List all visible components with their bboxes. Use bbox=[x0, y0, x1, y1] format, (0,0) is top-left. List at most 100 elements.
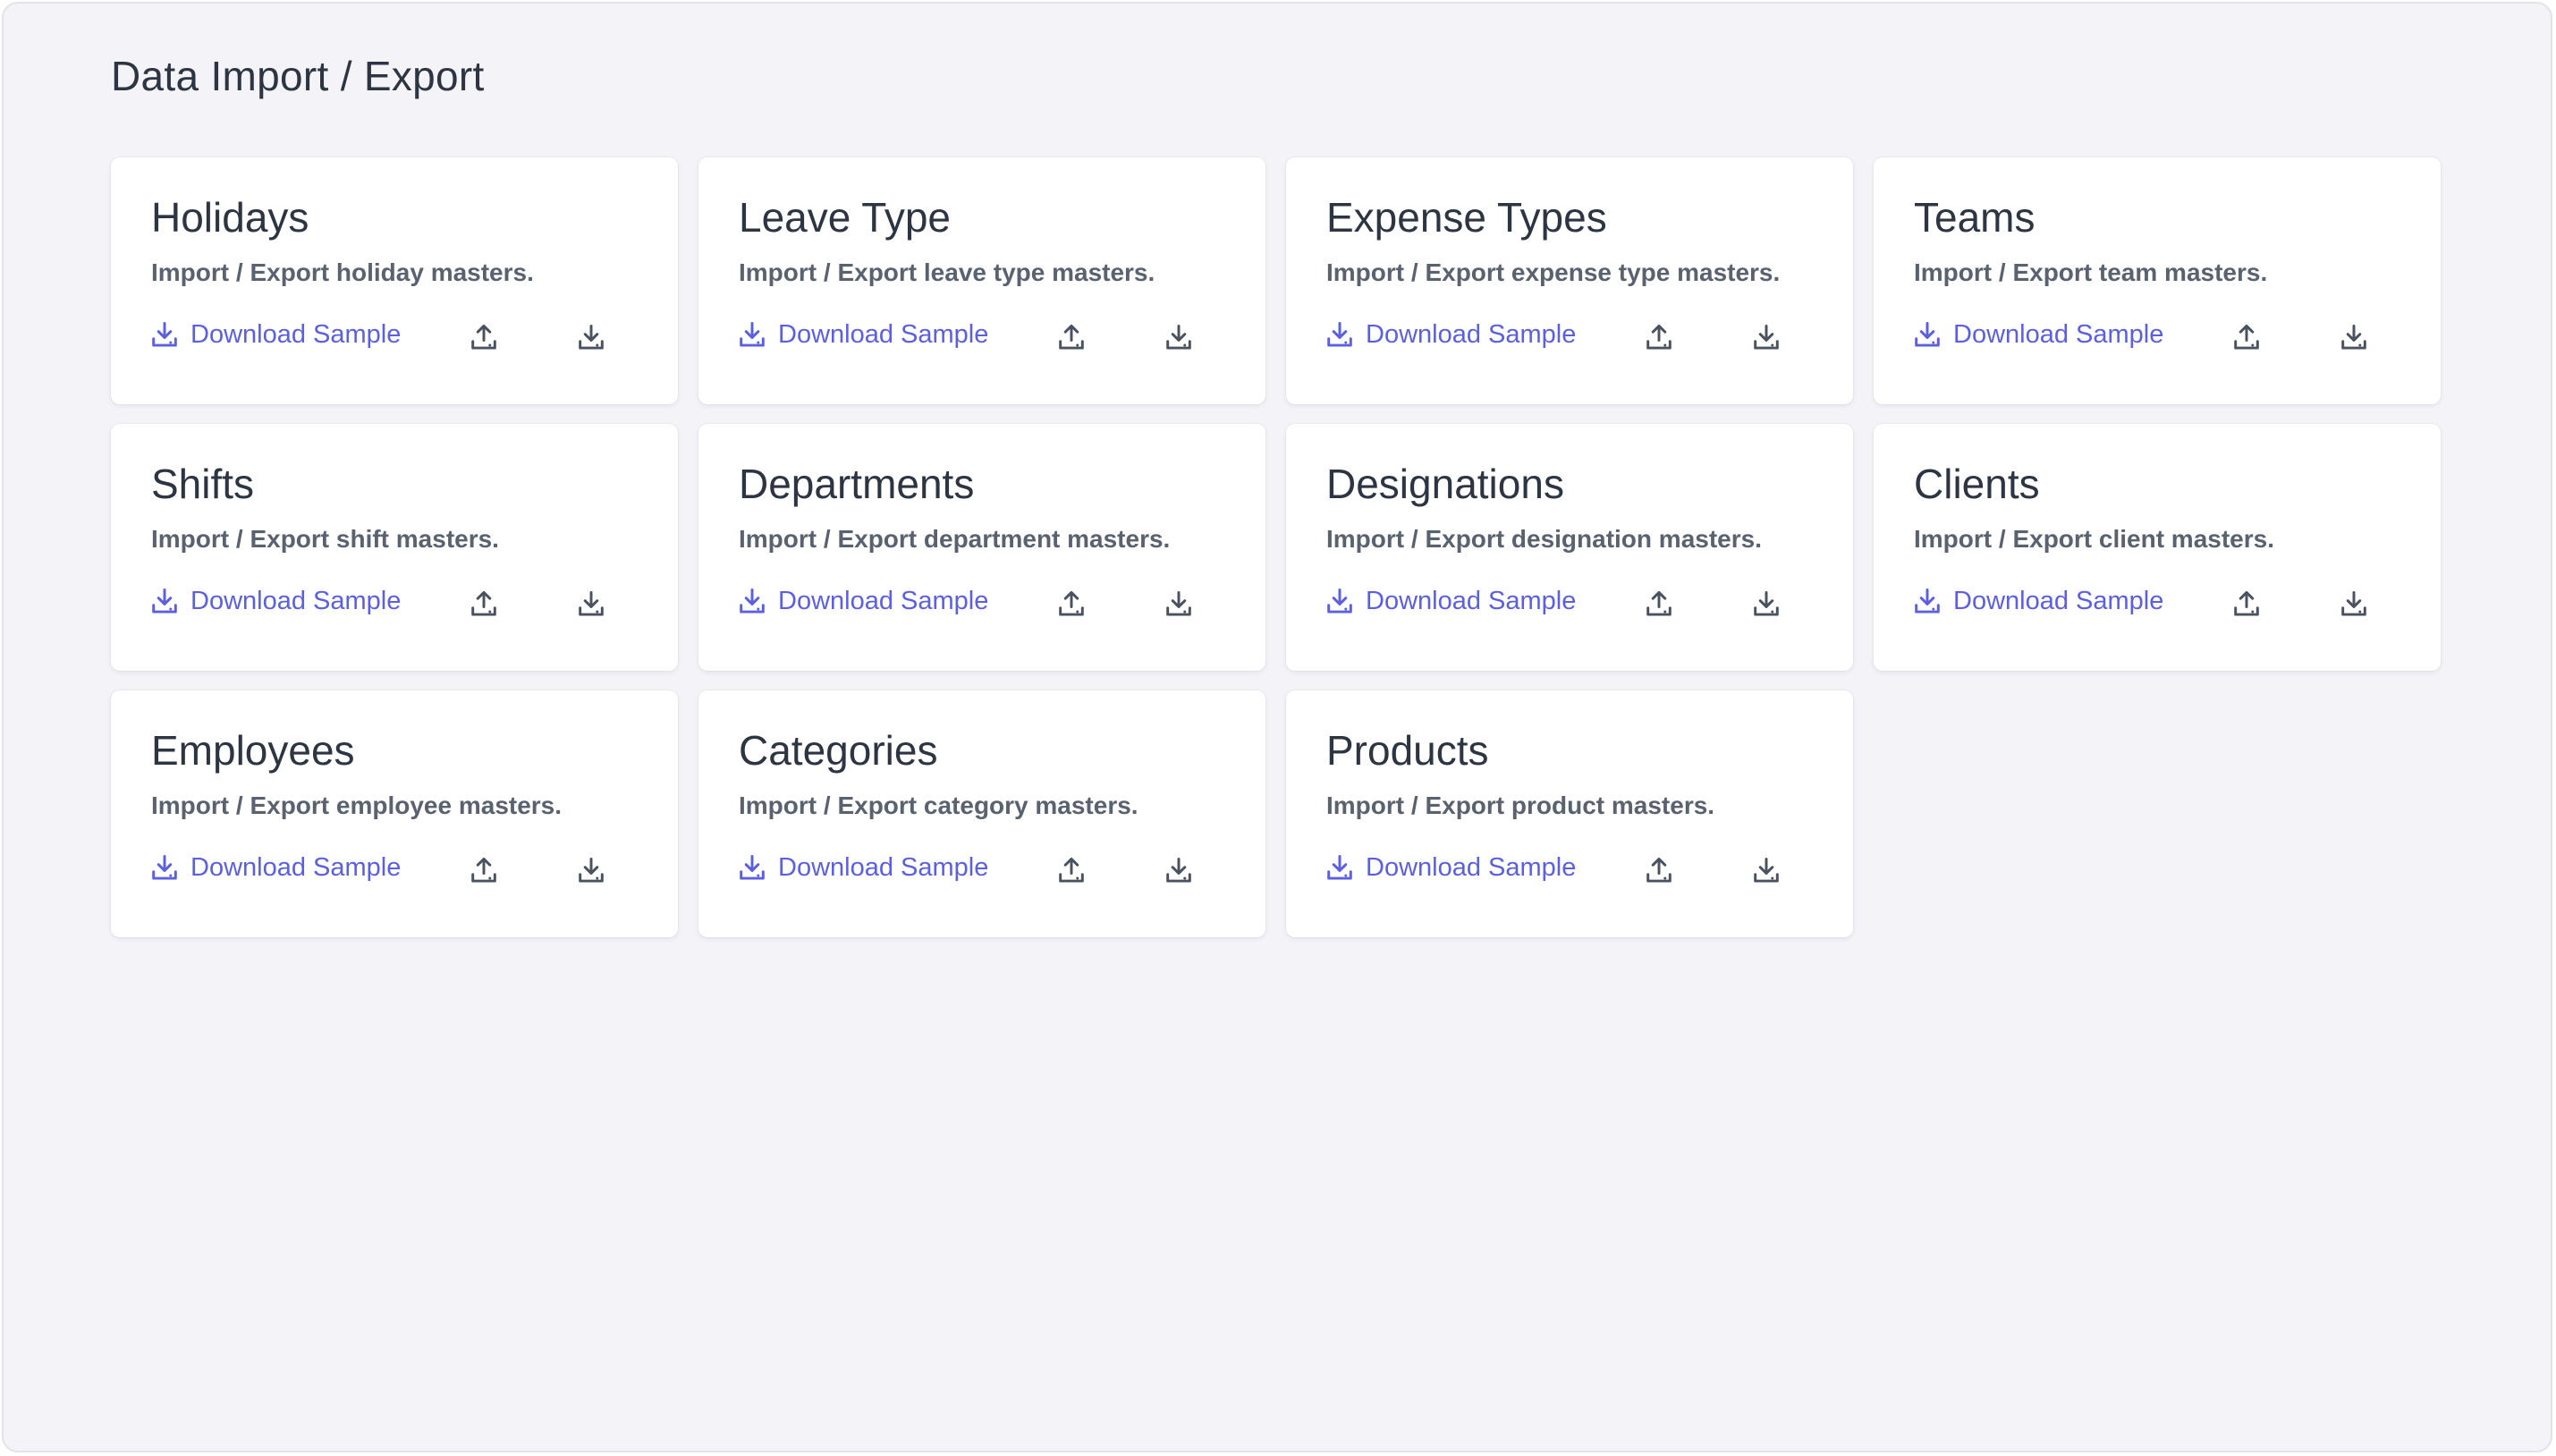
download-sample-link[interactable]: Download Sample bbox=[739, 587, 988, 616]
import-export-card: Expense Types Import / Export expense ty… bbox=[1286, 157, 1853, 404]
card-actions: Download Sample bbox=[151, 853, 652, 889]
download-tray-icon bbox=[1915, 321, 1940, 347]
download-sample-label: Download Sample bbox=[1366, 587, 1577, 615]
card-description: Import / Export employee masters. bbox=[151, 791, 563, 819]
card-title: Teams bbox=[1914, 194, 2035, 241]
export-button[interactable] bbox=[1748, 587, 1784, 622]
download-sample-label: Download Sample bbox=[1953, 320, 2164, 349]
export-button[interactable] bbox=[1748, 853, 1784, 889]
download-tray-icon bbox=[1327, 588, 1352, 614]
download-tray-icon bbox=[1327, 854, 1352, 880]
export-button[interactable] bbox=[573, 320, 609, 356]
download-sample-link[interactable]: Download Sample bbox=[1914, 320, 2163, 350]
download-sample-link[interactable]: Download Sample bbox=[1914, 587, 2163, 616]
download-tray-icon bbox=[579, 857, 604, 883]
upload-tray-icon bbox=[2234, 324, 2259, 350]
card-title: Employees bbox=[151, 727, 355, 774]
import-button[interactable] bbox=[1641, 587, 1677, 622]
export-button[interactable] bbox=[2336, 587, 2372, 622]
download-tray-icon bbox=[1327, 321, 1352, 347]
export-button[interactable] bbox=[2336, 320, 2372, 356]
import-button[interactable] bbox=[2229, 320, 2264, 356]
card-actions: Download Sample bbox=[1914, 320, 2415, 356]
card-description: Import / Export expense type masters. bbox=[1326, 258, 1781, 286]
import-button[interactable] bbox=[1641, 853, 1677, 889]
card-title: Departments bbox=[739, 461, 975, 507]
card-actions: Download Sample bbox=[1326, 587, 1827, 622]
card-title: Clients bbox=[1914, 461, 2040, 507]
card-title: Categories bbox=[739, 727, 938, 774]
card-description: Import / Export shift masters. bbox=[151, 525, 499, 553]
import-button[interactable] bbox=[2229, 587, 2264, 622]
app-window: Data Import / Export Holidays Import / E… bbox=[2, 2, 2552, 1452]
card-actions: Download Sample bbox=[1326, 320, 1827, 356]
card-actions: Download Sample bbox=[739, 587, 1240, 622]
download-sample-label: Download Sample bbox=[190, 853, 402, 882]
download-tray-icon bbox=[740, 854, 765, 880]
download-sample-label: Download Sample bbox=[778, 853, 989, 882]
download-tray-icon bbox=[2341, 590, 2366, 616]
download-tray-icon bbox=[1166, 324, 1191, 350]
import-button[interactable] bbox=[1054, 587, 1089, 622]
download-tray-icon bbox=[1754, 324, 1779, 350]
upload-tray-icon bbox=[1646, 857, 1672, 883]
download-sample-link[interactable]: Download Sample bbox=[739, 320, 988, 350]
download-sample-label: Download Sample bbox=[190, 320, 402, 349]
download-sample-label: Download Sample bbox=[778, 587, 989, 615]
import-button[interactable] bbox=[1054, 320, 1089, 356]
card-description: Import / Export holiday masters. bbox=[151, 258, 534, 286]
import-button[interactable] bbox=[466, 320, 502, 356]
import-export-card: Shifts Import / Export shift masters. Do… bbox=[111, 424, 678, 671]
import-button[interactable] bbox=[1054, 853, 1089, 889]
card-actions: Download Sample bbox=[739, 320, 1240, 356]
export-button[interactable] bbox=[1161, 320, 1197, 356]
download-sample-label: Download Sample bbox=[1953, 587, 2164, 615]
card-actions: Download Sample bbox=[1326, 853, 1827, 889]
export-button[interactable] bbox=[573, 853, 609, 889]
import-button[interactable] bbox=[1641, 320, 1677, 356]
download-sample-label: Download Sample bbox=[190, 587, 402, 615]
download-sample-link[interactable]: Download Sample bbox=[739, 853, 988, 883]
card-title: Shifts bbox=[151, 461, 255, 507]
upload-tray-icon bbox=[471, 324, 496, 350]
download-tray-icon bbox=[152, 854, 177, 880]
download-tray-icon bbox=[1166, 857, 1191, 883]
import-export-card: Leave Type Import / Export leave type ma… bbox=[698, 157, 1265, 404]
export-button[interactable] bbox=[1161, 587, 1197, 622]
download-sample-link[interactable]: Download Sample bbox=[151, 587, 401, 616]
import-button[interactable] bbox=[466, 587, 502, 622]
import-export-card: Holidays Import / Export holiday masters… bbox=[111, 157, 678, 404]
upload-tray-icon bbox=[1059, 857, 1084, 883]
import-export-card: Designations Import / Export designation… bbox=[1286, 424, 1853, 671]
download-tray-icon bbox=[1754, 857, 1779, 883]
card-actions: Download Sample bbox=[151, 587, 652, 622]
card-grid: Holidays Import / Export holiday masters… bbox=[111, 157, 2441, 937]
import-export-card: Products Import / Export product masters… bbox=[1286, 690, 1853, 937]
export-button[interactable] bbox=[1161, 853, 1197, 889]
export-button[interactable] bbox=[573, 587, 609, 622]
download-sample-link[interactable]: Download Sample bbox=[1326, 853, 1576, 883]
card-description: Import / Export client masters. bbox=[1914, 525, 2274, 553]
download-sample-link[interactable]: Download Sample bbox=[1326, 587, 1576, 616]
card-title: Leave Type bbox=[739, 194, 952, 241]
page-title: Data Import / Export bbox=[111, 53, 485, 99]
download-tray-icon bbox=[2341, 324, 2366, 350]
import-button[interactable] bbox=[466, 853, 502, 889]
download-tray-icon bbox=[740, 321, 765, 347]
download-tray-icon bbox=[1754, 590, 1779, 616]
download-sample-link[interactable]: Download Sample bbox=[1326, 320, 1576, 350]
download-sample-label: Download Sample bbox=[1366, 853, 1577, 882]
download-sample-link[interactable]: Download Sample bbox=[151, 320, 401, 350]
download-sample-link[interactable]: Download Sample bbox=[151, 853, 401, 883]
export-button[interactable] bbox=[1748, 320, 1784, 356]
card-title: Expense Types bbox=[1326, 194, 1607, 241]
download-tray-icon bbox=[152, 588, 177, 614]
download-tray-icon bbox=[1915, 588, 1940, 614]
card-description: Import / Export leave type masters. bbox=[739, 258, 1155, 286]
card-actions: Download Sample bbox=[151, 320, 652, 356]
card-description: Import / Export product masters. bbox=[1326, 791, 1715, 819]
upload-tray-icon bbox=[471, 857, 496, 883]
card-description: Import / Export team masters. bbox=[1914, 258, 2268, 286]
upload-tray-icon bbox=[1646, 324, 1672, 350]
import-export-card: Departments Import / Export department m… bbox=[698, 424, 1265, 671]
